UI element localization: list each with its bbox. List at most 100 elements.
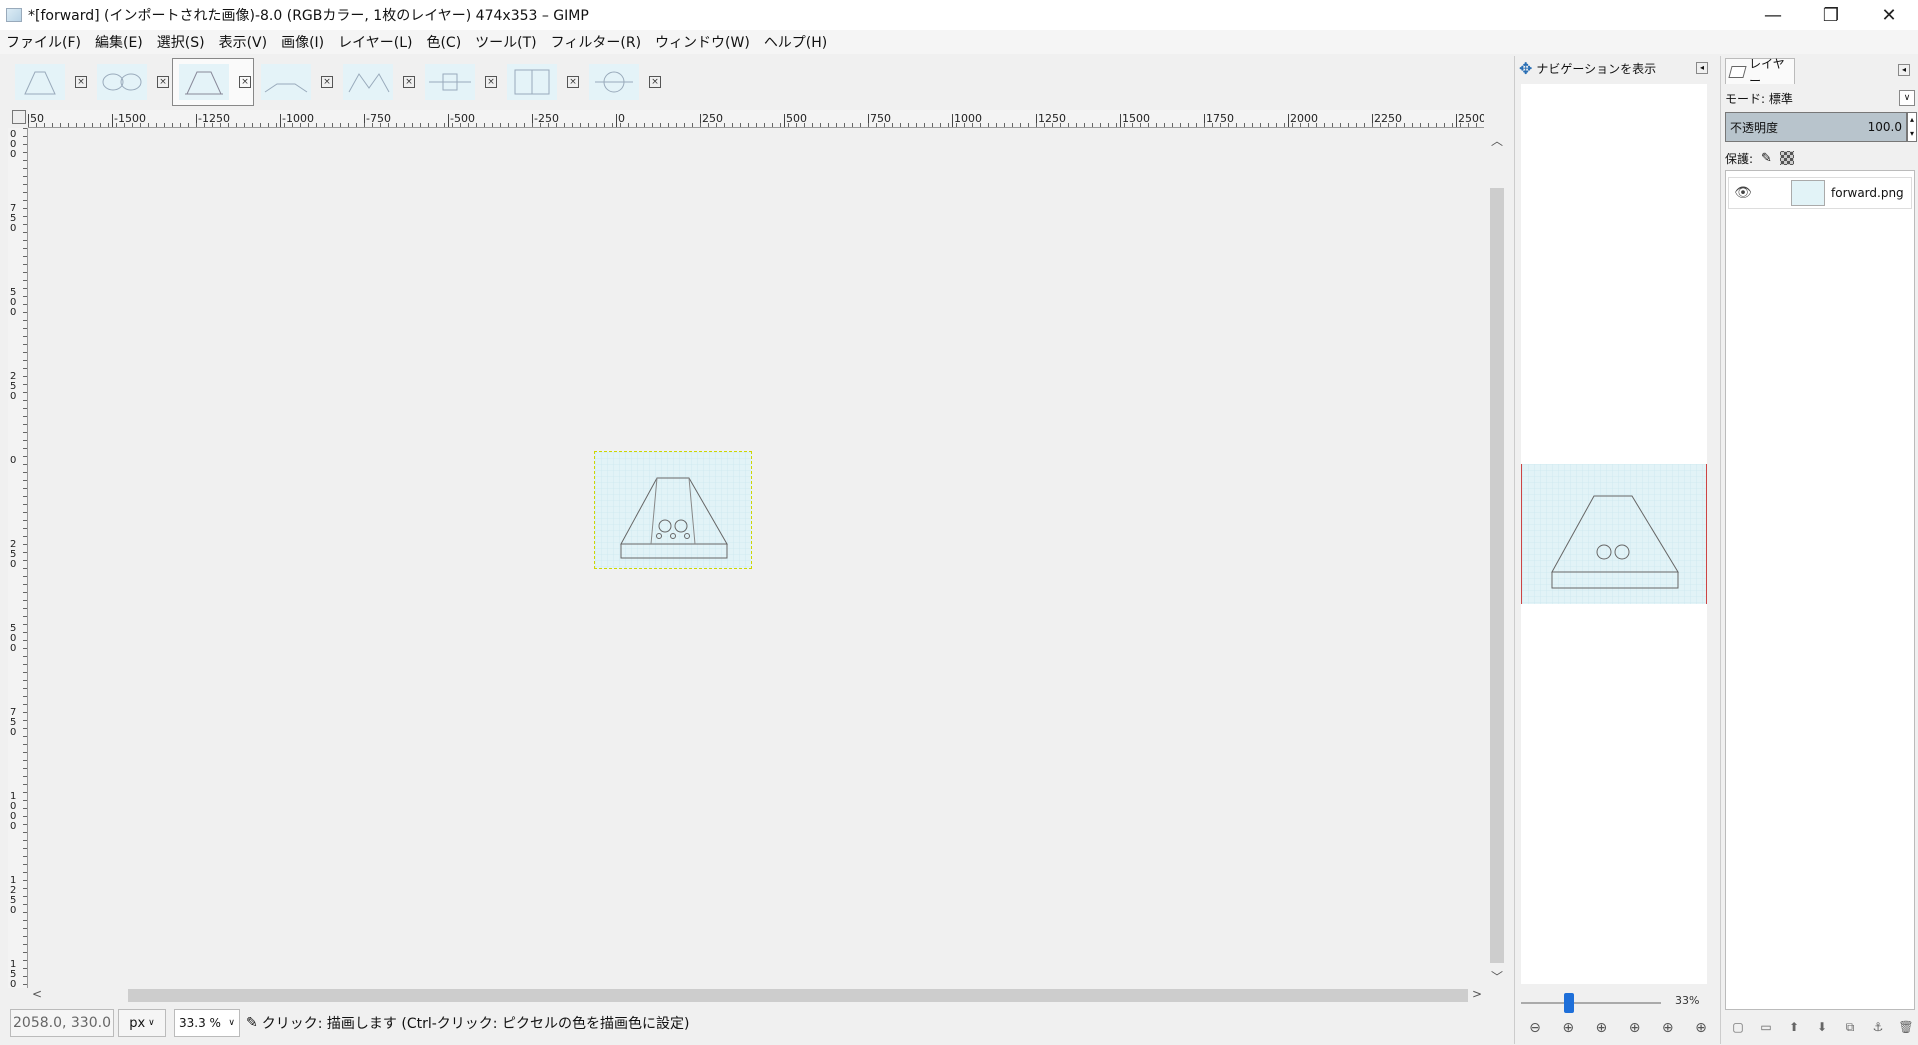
tab-close-icon[interactable]: × (567, 76, 579, 88)
opacity-label: 不透明度 (1730, 120, 1779, 135)
vertical-scrollbar[interactable]: ︿ ﹀ (1486, 128, 1506, 988)
new-layer-icon[interactable]: ▢ (1729, 1018, 1747, 1036)
eye-icon[interactable]: 👁 (1733, 185, 1753, 201)
ruler-minor-tick (956, 123, 957, 127)
menu-file[interactable]: ファイル(F) (6, 32, 81, 52)
ruler-minor-tick (23, 848, 27, 849)
horizontal-scrollbar[interactable]: < > (28, 984, 1486, 1006)
scroll-right-icon[interactable]: > (1472, 987, 1482, 1001)
chevron-down-icon[interactable]: ∨ (1899, 90, 1915, 106)
scroll-left-icon[interactable]: < (32, 987, 42, 1001)
ruler-minor-tick (740, 123, 741, 127)
layers-tab[interactable]: レイヤー (1725, 57, 1795, 88)
zoom-select[interactable]: 33.3 % ∨ (174, 1009, 240, 1037)
ruler-minor-tick (23, 264, 27, 265)
lock-alpha-icon[interactable] (1779, 151, 1794, 165)
image-tab[interactable]: × (90, 58, 172, 106)
image-tab[interactable]: × (582, 58, 664, 106)
layer-mode-row[interactable]: モード: 標準 ∨ (1725, 88, 1915, 108)
tab-close-icon[interactable]: × (157, 76, 169, 88)
navigation-tab[interactable]: ✥ ナビゲーションを表示 (1519, 56, 1679, 80)
menu-filters[interactable]: フィルター(R) (551, 32, 641, 52)
tab-close-icon[interactable]: × (75, 76, 87, 88)
layers-icon (1728, 65, 1747, 78)
scroll-down-icon[interactable]: ﹀ (1491, 968, 1503, 985)
panel-menu-icon[interactable]: ◂ (1696, 62, 1708, 74)
ruler-minor-tick (23, 216, 27, 217)
tab-close-icon[interactable]: × (403, 76, 415, 88)
ruler-minor-tick (1004, 123, 1005, 127)
ruler-corner-button[interactable] (12, 110, 26, 124)
zoom-shrink-icon[interactable]: ⊕ (1691, 1018, 1711, 1038)
menu-windows[interactable]: ウィンドウ(W) (655, 32, 750, 52)
lower-layer-icon[interactable]: ⬇ (1813, 1018, 1831, 1036)
ruler-minor-tick (548, 123, 549, 127)
opacity-spinner[interactable]: ▴ ▾ (1907, 112, 1917, 142)
opacity-slider[interactable]: 不透明度 100.0 (1725, 112, 1907, 142)
ruler-minor-tick (1300, 123, 1301, 127)
ruler-minor-tick (756, 123, 757, 127)
maximize-button[interactable]: ❐ (1802, 0, 1860, 30)
image-tab[interactable]: × (418, 58, 500, 106)
image-tab[interactable]: × (336, 58, 418, 106)
zoom-fit-icon[interactable]: ⊕ (1625, 1018, 1645, 1038)
ruler-minor-tick (23, 360, 27, 361)
ruler-minor-tick (23, 144, 27, 145)
tab-close-icon[interactable]: × (239, 76, 251, 88)
delete-layer-icon[interactable]: 🗑 (1897, 1018, 1915, 1036)
raise-layer-icon[interactable]: ⬆ (1785, 1018, 1803, 1036)
ruler-minor-tick (23, 784, 27, 785)
ruler-minor-tick (700, 123, 701, 127)
ruler-minor-tick (23, 496, 27, 497)
vertical-scroll-thumb[interactable] (1490, 188, 1504, 963)
zoom-out-icon[interactable]: ⊖ (1525, 1018, 1545, 1038)
navigation-preview[interactable] (1521, 464, 1707, 604)
menu-image[interactable]: 画像(I) (281, 32, 324, 52)
layer-row[interactable]: 👁 forward.png (1728, 177, 1912, 209)
image-tab[interactable]: × (500, 58, 582, 106)
menu-view[interactable]: 表示(V) (219, 32, 268, 52)
horizontal-scroll-thumb[interactable] (128, 989, 1468, 1002)
close-button[interactable]: ✕ (1860, 0, 1918, 30)
vertical-ruler[interactable]: 1000 750 500 250 0 250 500 750 1000 1250 1500 (8, 128, 28, 988)
ruler-minor-tick (23, 432, 27, 433)
ruler-minor-tick (23, 272, 27, 273)
menu-layer[interactable]: レイヤー(L) (338, 32, 412, 52)
ruler-minor-tick (1292, 123, 1293, 127)
menu-colors[interactable]: 色(C) (426, 32, 461, 52)
zoom-slider-track (1521, 1002, 1661, 1004)
ruler-minor-tick (620, 123, 621, 127)
ruler-minor-tick (1412, 123, 1413, 127)
zoom-in-icon[interactable]: ⊕ (1558, 1018, 1578, 1038)
zoom-slider-knob[interactable] (1563, 993, 1574, 1013)
image-content[interactable] (594, 451, 752, 569)
image-tab[interactable]: × (254, 58, 336, 106)
scroll-up-icon[interactable]: ︿ (1491, 132, 1503, 149)
image-tab[interactable]: × (8, 58, 90, 106)
menu-edit[interactable]: 編集(E) (95, 32, 143, 52)
tab-close-icon[interactable]: × (321, 76, 333, 88)
ruler-minor-tick (172, 123, 173, 127)
layer-name[interactable]: forward.png (1831, 186, 1904, 200)
menu-help[interactable]: ヘルプ(H) (764, 32, 827, 52)
menu-tools[interactable]: ツール(T) (475, 32, 536, 52)
menu-select[interactable]: 選択(S) (157, 32, 205, 52)
duplicate-layer-icon[interactable]: ⧉ (1841, 1018, 1859, 1036)
zoom-1-1-icon[interactable]: ⊕ (1591, 1018, 1611, 1038)
new-group-icon[interactable]: ▭ (1757, 1018, 1775, 1036)
lock-pixels-icon[interactable]: ✎ (1761, 151, 1772, 166)
image-tab-active[interactable]: × (172, 58, 254, 106)
ruler-minor-tick (23, 336, 27, 337)
tab-close-icon[interactable]: × (485, 76, 497, 88)
anchor-layer-icon[interactable]: ⚓ (1869, 1018, 1887, 1036)
unit-select[interactable]: px ∨ (118, 1009, 166, 1037)
zoom-fill-icon[interactable]: ⊕ (1658, 1018, 1678, 1038)
horizontal-ruler[interactable]: 50 -1500 -1250 -1000 -750 -500 -250 0 250 500 750 1… (28, 110, 1484, 128)
zoom-slider[interactable] (1521, 993, 1661, 1013)
panel-menu-icon[interactable]: ◂ (1898, 64, 1910, 76)
layers-list[interactable]: 👁 forward.png (1725, 170, 1915, 1010)
minimize-button[interactable]: — (1744, 0, 1802, 30)
image-canvas[interactable] (30, 130, 1484, 988)
ruler-minor-tick (23, 384, 27, 385)
tab-close-icon[interactable]: × (649, 76, 661, 88)
